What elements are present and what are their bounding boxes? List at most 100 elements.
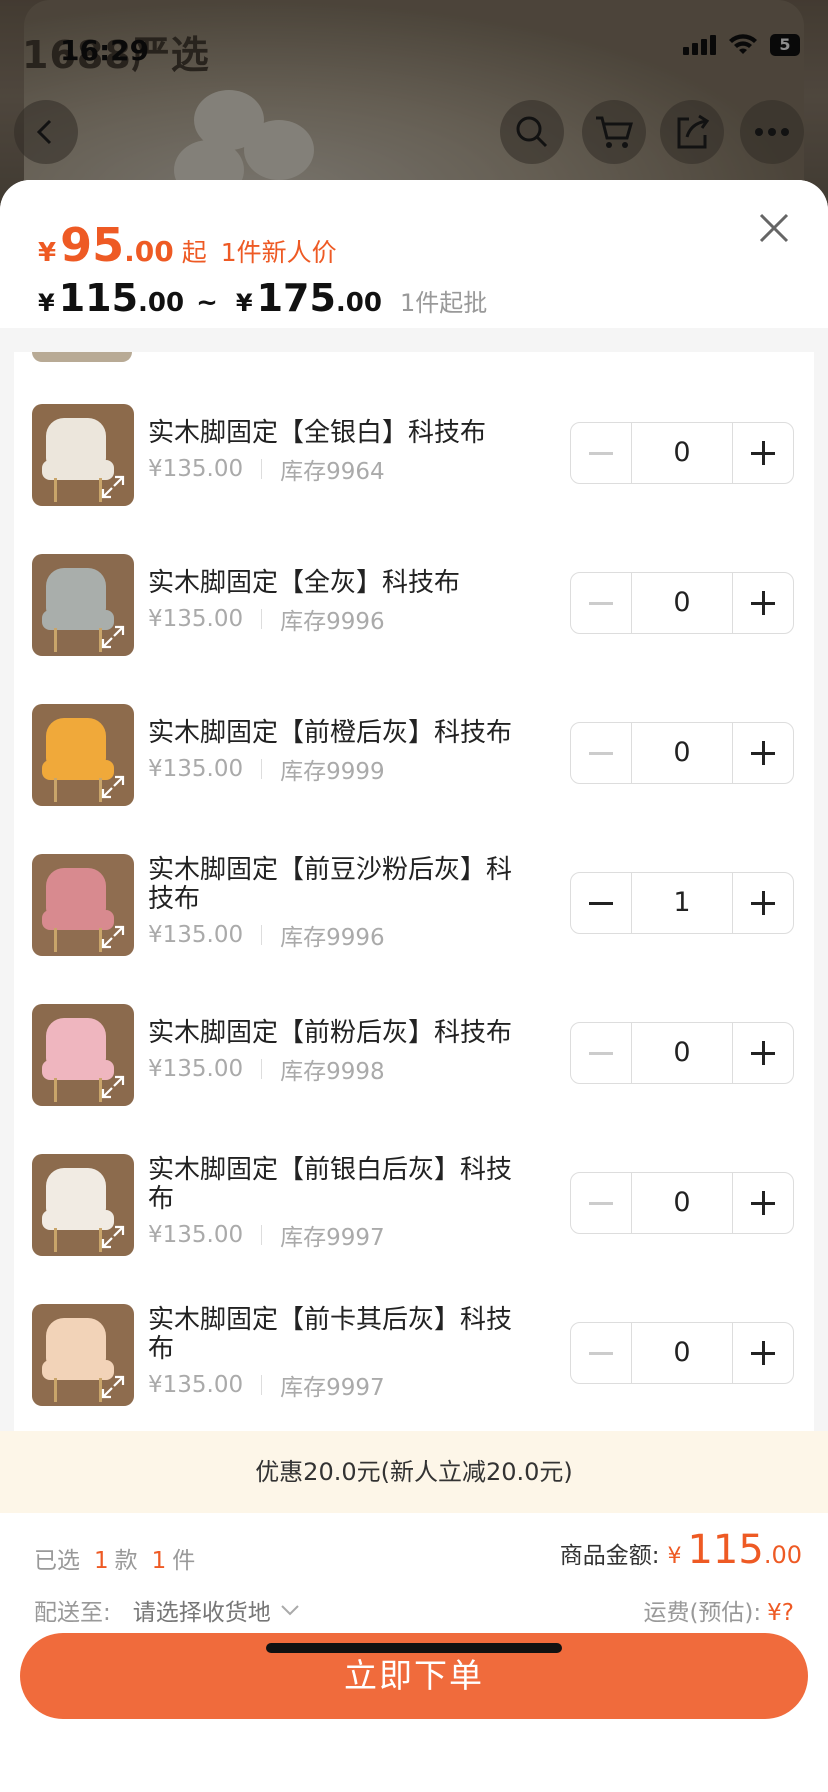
sku-thumbnail[interactable] <box>32 1154 134 1256</box>
sku-thumbnail[interactable] <box>32 554 134 656</box>
sku-row: 实木脚固定【前橙后灰】科技布 ¥135.00 库存9999 0 <box>14 674 814 824</box>
sku-list[interactable]: 实木脚固定【全银白】科技布 ¥135.00 库存9964 0 实木脚固定【全灰】… <box>14 352 814 1431</box>
sku-thumbnail[interactable] <box>32 1004 134 1106</box>
selected-pieces-unit: 件 <box>172 1548 196 1574</box>
quantity-stepper: 0 <box>570 1322 794 1384</box>
minus-icon <box>589 751 613 755</box>
selected-pieces-count: 1 <box>151 1548 167 1574</box>
sku-thumbnail[interactable] <box>32 404 134 506</box>
quantity-input[interactable]: 0 <box>631 423 733 483</box>
increase-button[interactable] <box>733 423 793 483</box>
decrease-button[interactable] <box>571 423 631 483</box>
range-from-decimal: .00 <box>138 288 185 318</box>
sku-thumbnail[interactable] <box>32 1304 134 1406</box>
plus-icon <box>751 741 775 765</box>
minus-icon <box>589 901 613 905</box>
shipping-address-selector[interactable]: 配送至: 请选择收货地 <box>34 1593 301 1627</box>
divider <box>261 759 263 779</box>
sku-stock: 库存9997 <box>280 1375 385 1401</box>
sku-row: 实木脚固定【全灰】科技布 ¥135.00 库存9996 0 <box>14 524 814 674</box>
sku-meta: ¥135.00 库存9998 <box>148 1052 385 1086</box>
plus-icon <box>751 1191 775 1215</box>
freight-label: 运费(预估): <box>643 1600 762 1626</box>
decrease-button[interactable] <box>571 1173 631 1233</box>
divider <box>261 925 263 945</box>
chair-legs-shape <box>54 628 102 652</box>
newuser-price: ¥ 95 .00 起 1件新人价 <box>38 218 337 272</box>
partial-item-thumbnail <box>32 352 132 362</box>
increase-button[interactable] <box>733 1323 793 1383</box>
expand-icon[interactable] <box>100 624 126 650</box>
sku-meta: ¥135.00 库存9999 <box>148 752 385 786</box>
expand-icon[interactable] <box>100 1074 126 1100</box>
sku-name: 实木脚固定【前橙后灰】科技布 <box>148 718 513 748</box>
plus-icon <box>751 1041 775 1065</box>
chair-legs-shape <box>54 1078 102 1102</box>
quantity-stepper: 0 <box>570 422 794 484</box>
quantity-stepper: 0 <box>570 572 794 634</box>
expand-icon[interactable] <box>100 1374 126 1400</box>
sku-name: 实木脚固定【全灰】科技布 <box>148 568 461 598</box>
sku-meta: ¥135.00 库存9996 <box>148 918 385 952</box>
decrease-button[interactable] <box>571 573 631 633</box>
plus-icon <box>751 441 775 465</box>
increase-button[interactable] <box>733 873 793 933</box>
range-to-integer: 175 <box>256 276 336 320</box>
sku-thumbnail[interactable] <box>32 704 134 806</box>
expand-icon[interactable] <box>100 924 126 950</box>
expand-icon[interactable] <box>100 774 126 800</box>
chair-legs-shape <box>54 1378 102 1402</box>
sku-price: ¥135.00 <box>148 922 244 948</box>
decrease-button[interactable] <box>571 723 631 783</box>
sku-stock: 库存9996 <box>280 609 385 635</box>
sku-price: ¥135.00 <box>148 1056 244 1082</box>
sku-stock: 库存9996 <box>280 925 385 951</box>
minus-icon <box>589 1051 613 1055</box>
close-button[interactable] <box>756 210 792 246</box>
currency-symbol: ¥ <box>235 289 253 317</box>
increase-button[interactable] <box>733 1023 793 1083</box>
sku-meta: ¥135.00 库存9996 <box>148 602 385 636</box>
minus-icon <box>589 1351 613 1355</box>
plus-icon <box>751 1341 775 1365</box>
sku-meta: ¥135.00 库存9997 <box>148 1368 385 1402</box>
chevron-down-icon <box>281 1605 299 1616</box>
increase-button[interactable] <box>733 723 793 783</box>
decrease-button[interactable] <box>571 1323 631 1383</box>
chair-legs-shape <box>54 778 102 802</box>
expand-icon[interactable] <box>100 474 126 500</box>
range-to-decimal: .00 <box>335 288 382 318</box>
promo-banner: 优惠20.0元(新人立减20.0元) <box>0 1431 828 1513</box>
sku-name: 实木脚固定【前卡其后灰】科技布 <box>148 1305 513 1364</box>
increase-button[interactable] <box>733 1173 793 1233</box>
quantity-input[interactable]: 0 <box>631 723 733 783</box>
quantity-input[interactable]: 1 <box>631 873 733 933</box>
currency-symbol: ¥ <box>667 1544 682 1569</box>
minus-icon <box>589 601 613 605</box>
range-separator: ~ <box>196 288 218 318</box>
plus-icon <box>751 591 775 615</box>
sku-meta: ¥135.00 库存9964 <box>148 452 385 486</box>
selection-summary: 已选 1 款 1 件 <box>34 1541 195 1575</box>
newuser-tag: 1件新人价 <box>220 238 337 267</box>
quantity-stepper: 0 <box>570 722 794 784</box>
decrease-button[interactable] <box>571 1023 631 1083</box>
expand-icon[interactable] <box>100 1224 126 1250</box>
divider <box>261 609 263 629</box>
sku-meta: ¥135.00 库存9997 <box>148 1218 385 1252</box>
quantity-input[interactable]: 0 <box>631 1323 733 1383</box>
sku-name: 实木脚固定【前银白后灰】科技布 <box>148 1155 513 1214</box>
selected-models-unit: 款 <box>114 1548 138 1574</box>
freight-estimate: 运费(预估): ¥? <box>643 1593 794 1627</box>
quantity-input[interactable]: 0 <box>631 573 733 633</box>
quantity-stepper: 0 <box>570 1172 794 1234</box>
quantity-input[interactable]: 0 <box>631 1173 733 1233</box>
quantity-input[interactable]: 0 <box>631 1023 733 1083</box>
plus-icon <box>751 891 775 915</box>
sku-row: 实木脚固定【前银白后灰】科技布 ¥135.00 库存9997 0 <box>14 1124 814 1274</box>
decrease-button[interactable] <box>571 873 631 933</box>
divider <box>261 1059 263 1079</box>
sku-thumbnail[interactable] <box>32 854 134 956</box>
increase-button[interactable] <box>733 573 793 633</box>
sku-name: 实木脚固定【前豆沙粉后灰】科技布 <box>148 855 513 914</box>
